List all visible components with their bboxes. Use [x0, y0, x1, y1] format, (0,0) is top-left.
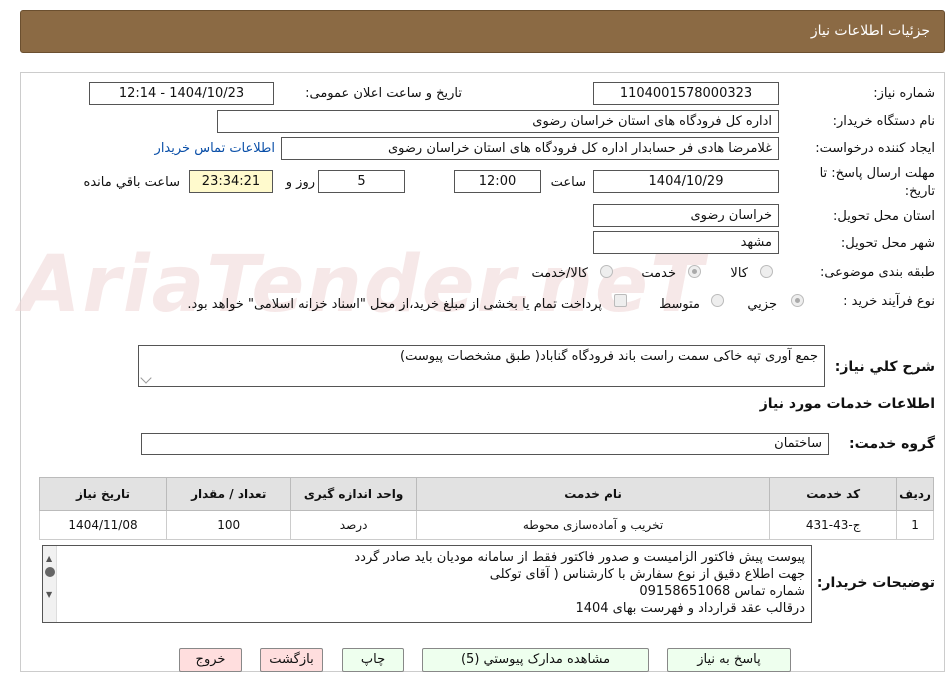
services-section-title: اطلاعات خدمات مورد نياز: [759, 396, 935, 412]
buyer-note-line: پیوست پیش فاکتور الزامیست و صدور فاکتور …: [354, 550, 805, 565]
reply-button[interactable]: پاسخ به نیاز: [667, 648, 791, 672]
scroll-down-icon[interactable]: ▼: [46, 586, 52, 603]
need-number-field[interactable]: 1104001578000323: [593, 82, 779, 105]
category-goods-label: کالا: [730, 266, 748, 281]
service-group-label: گروه خدمت:: [849, 436, 935, 452]
table-row[interactable]: 1 ج-43-431 تخریب و آماده‌سازی محوطه درصد…: [38, 510, 934, 540]
remaining-time-field: 23:34:21: [189, 170, 273, 193]
buyer-note-line: درقالب عقد قرارداد و فهرست بهای 1404: [575, 601, 805, 616]
process-medium-label: متوسط: [659, 297, 700, 312]
treasury-payment-checkbox[interactable]: [614, 294, 627, 307]
page-title: جزئیات اطلاعات نیاز: [810, 23, 930, 39]
description-text: جمع آوری تپه خاکی سمت راست باند فرودگاه …: [400, 349, 818, 364]
city-field[interactable]: مشهد: [593, 231, 779, 254]
attachments-button[interactable]: مشاهده مدارک پیوستي (5): [422, 648, 649, 672]
resize-grip-icon[interactable]: [140, 372, 152, 384]
print-button[interactable]: چاپ: [342, 648, 404, 672]
description-textarea[interactable]: جمع آوری تپه خاکی سمت راست باند فرودگاه …: [138, 345, 825, 387]
cell-qty: 100: [166, 510, 292, 540]
table-header-row: ردیف کد خدمت نام خدمت واحد اندازه گیری ت…: [38, 477, 934, 511]
category-service-radio[interactable]: [688, 265, 701, 278]
contact-info-link[interactable]: اطلاعات تماس خریدار: [155, 141, 275, 156]
deadline-label-2: تاریخ:: [904, 184, 935, 199]
province-field[interactable]: خراسان رضوی: [593, 204, 779, 227]
province-label: استان محل تحویل:: [833, 209, 935, 224]
exit-button[interactable]: خروج: [179, 648, 242, 672]
cell-code: ج-43-431: [769, 510, 898, 540]
col-date-header: تاريخ نياز: [38, 477, 168, 511]
services-table: ردیف کد خدمت نام خدمت واحد اندازه گیری ت…: [38, 477, 934, 540]
scroll-thumb[interactable]: [45, 567, 55, 577]
category-goods-service-radio[interactable]: [600, 265, 613, 278]
announce-label: تاریخ و ساعت اعلان عمومی:: [305, 86, 462, 101]
city-label: شهر محل تحویل:: [840, 236, 935, 251]
service-group-field[interactable]: ساختمان: [141, 433, 829, 455]
buyer-notes-label: توضیحات خریدار:: [816, 575, 935, 591]
buyer-org-field[interactable]: اداره کل فرودگاه های استان خراسان رضوی: [217, 110, 779, 133]
notes-scrollbar[interactable]: ▲ ▼: [43, 546, 57, 622]
deadline-time-label: ساعت: [550, 175, 586, 190]
deadline-label: مهلت ارسال پاسخ: تا: [819, 166, 935, 181]
cell-date: 1404/11/08: [38, 510, 168, 540]
need-number-label: شماره نیاز:: [873, 86, 935, 101]
back-button[interactable]: بازگشت: [260, 648, 323, 672]
watermark-logo: AriaTender.neT: [20, 240, 706, 330]
col-unit-header: واحد اندازه گیری: [290, 477, 417, 511]
days-label: روز و: [285, 175, 315, 190]
category-label: طبقه بندی موضوعی:: [819, 265, 935, 280]
category-service-label: خدمت: [641, 266, 676, 281]
remaining-label: ساعت باقي مانده: [83, 175, 180, 190]
buyer-org-label: نام دستگاه خریدار:: [832, 114, 935, 129]
category-goods-service-label: کالا/خدمت: [531, 266, 588, 281]
treasury-payment-note: پرداخت تمام یا بخشی از مبلغ خرید،از محل …: [187, 297, 602, 312]
requester-field[interactable]: غلامرضا هادی فر حسابدار اداره کل فرودگاه…: [281, 137, 779, 160]
process-partial-label: جزيي: [747, 297, 777, 312]
cell-name: تخریب و آماده‌سازی محوطه: [415, 510, 771, 540]
requester-label: ایجاد کننده درخواست:: [815, 141, 935, 156]
process-partial-radio[interactable]: [791, 294, 804, 307]
announce-field[interactable]: 1404/10/23 - 12:14: [89, 82, 274, 105]
cell-unit: درصد: [290, 510, 417, 540]
days-field[interactable]: 5: [318, 170, 405, 193]
page-header: جزئیات اطلاعات نیاز: [20, 10, 945, 53]
buyer-note-line: شماره تماس 09158651068: [639, 584, 805, 599]
col-code-header: کد خدمت: [769, 477, 898, 511]
col-name-header: نام خدمت: [415, 477, 771, 511]
deadline-date-field[interactable]: 1404/10/29: [593, 170, 779, 193]
scroll-up-icon[interactable]: ▲: [46, 550, 52, 567]
buyer-notes-textarea[interactable]: پیوست پیش فاکتور الزامیست و صدور فاکتور …: [42, 545, 812, 623]
buyer-note-line: جهت اطلاع دقیق از نوع سفارش با کارشناس (…: [489, 567, 805, 582]
col-row-header: ردیف: [896, 477, 934, 511]
process-type-label: نوع فرآیند خرید :: [843, 294, 935, 309]
col-qty-header: تعداد / مقدار: [166, 477, 292, 511]
category-goods-radio[interactable]: [760, 265, 773, 278]
deadline-time-field[interactable]: 12:00: [454, 170, 541, 193]
cell-row: 1: [896, 510, 934, 540]
description-label: شرح کلي نياز:: [834, 359, 935, 375]
process-medium-radio[interactable]: [711, 294, 724, 307]
